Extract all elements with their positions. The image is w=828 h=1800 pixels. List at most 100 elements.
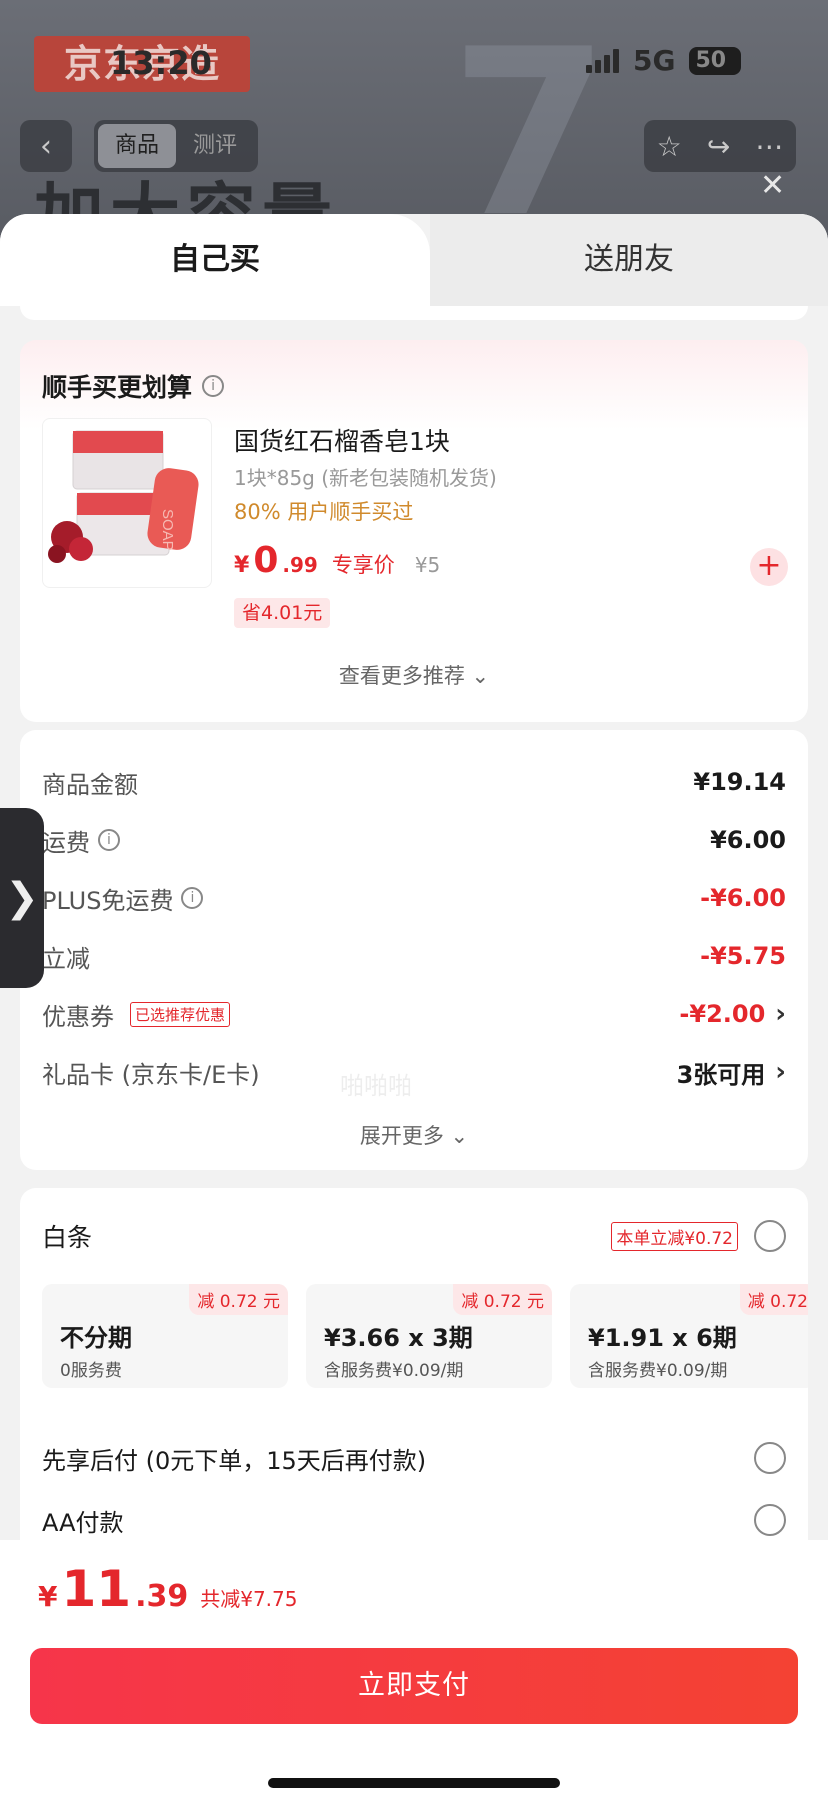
checkout-bottom-bar: ¥ 11 .39 共减¥7.75 立即支付 [0,1540,828,1800]
amount-row-goods: 商品金额 ¥19.14 [42,762,786,802]
product-price: ¥ 0 .99 专享价 ¥5 [234,540,440,581]
battery-icon: 50 [689,46,742,75]
chevron-right-icon: › [775,1057,786,1087]
plan-3-installments[interactable]: 减 0.72 元 ¥3.66 x 3期 含服务费¥0.09/期 [306,1284,552,1388]
plan-discount: 减 0.72 元 [453,1284,552,1315]
total-decimal: .39 [135,1579,189,1614]
aa-pay-radio[interactable] [754,1504,786,1536]
svg-text:SOAP: SOAP [159,509,176,551]
baitiao-discount-tag: 本单立减¥0.72 [611,1221,738,1251]
chevron-right-icon: › [775,999,786,1029]
product-image[interactable]: SOAP [42,418,212,588]
plan-title: ¥3.66 x 3期 [324,1324,473,1352]
total-price: ¥ 11 .39 共减¥7.75 [38,1560,298,1618]
info-icon[interactable]: i [98,829,120,851]
side-drawer-handle[interactable]: ❯ [0,808,44,988]
baitiao-label: 白条 [42,1223,93,1252]
more-recommendations-link[interactable]: 查看更多推荐 ⌄ [20,660,808,690]
amount-label: 优惠券 已选推荐优惠 [42,997,231,1032]
price-integer: 0 [253,540,279,581]
baitiao-right: 本单立减¥0.72 [611,1220,786,1252]
original-price: ¥5 [414,553,441,577]
top-actions: ☆ ↪ ⋯ [644,120,796,172]
payment-card: 白条 本单立减¥0.72 减 0.72 元 不分期 0服务费 减 0.72 元 … [20,1188,808,1586]
product-name[interactable]: 国货红石榴香皂1块 [234,422,450,458]
amount-value: ¥19.14 [693,768,786,796]
chevron-down-icon: ⌄ [471,664,490,688]
baitiao-option[interactable]: 白条 本单立减¥0.72 [42,1216,786,1256]
sheet-tabs: 自己买 送朋友 [0,214,828,306]
recommend-title-text: 顺手买更划算 [42,373,193,402]
more-recommendations-text: 查看更多推荐 [338,664,465,688]
info-icon[interactable]: i [202,375,225,397]
pay-now-button[interactable]: 立即支付 [30,1648,798,1724]
signal-icon [586,48,619,73]
plan-discount: 减 0.72 [739,1284,808,1315]
amount-row-plus-shipping: PLUS免运费 i -¥6.00 [42,878,786,918]
status-icons: 5G 50 [586,44,742,77]
share-icon[interactable]: ↪ [707,130,730,163]
amount-label: 商品金额 [42,770,138,799]
status-time: 13:20 [110,44,212,82]
pay-later-label: 先享后付 (0元下单，15天后再付款) [42,1446,427,1475]
coupon-tag: 已选推荐优惠 [130,1001,231,1027]
product-hint: 80% 用户顺手买过 [234,500,414,524]
amount-value: ¥6.00 [710,826,786,854]
tab-product[interactable]: 商品 [98,124,176,168]
price-tag: 专享价 [331,553,395,577]
pay-later-radio[interactable] [754,1442,786,1474]
plan-sub: 含服务费¥0.09/期 [324,1361,464,1381]
home-indicator [268,1778,560,1788]
plan-no-installment[interactable]: 减 0.72 元 不分期 0服务费 [42,1284,288,1388]
save-badge: 省4.01元 [234,598,331,628]
close-icon[interactable]: ✕ [760,168,785,203]
total-currency: ¥ [38,1580,58,1613]
network-label: 5G [633,44,676,77]
expand-more-link[interactable]: 展开更多 ⌄ [20,1120,808,1150]
plus-icon: + [756,548,782,583]
tab-gift-friend[interactable]: 送朋友 [430,214,828,306]
amount-value: -¥5.75 [700,942,786,970]
amount-value: 3张可用 › [676,1057,786,1089]
amount-label: 运费 i [42,823,120,858]
plan-title: ¥1.91 x 6期 [588,1324,737,1352]
address-strip [20,306,808,320]
installment-plans: 减 0.72 元 不分期 0服务费 减 0.72 元 ¥3.66 x 3期 含服… [42,1284,808,1394]
chevron-right-icon: ❯ [5,875,39,921]
star-icon[interactable]: ☆ [657,130,682,163]
amount-row-gift-card[interactable]: 礼品卡 (京东卡/E卡) 3张可用 › [42,1052,786,1092]
price-decimal: .99 [282,553,318,577]
plan-sub: 0服务费 [60,1361,122,1381]
amount-label: PLUS免运费 i [42,881,204,916]
chevron-left-icon: ‹ [40,128,52,164]
product-spec: 1块*85g (新老包装随机发货) [234,466,497,490]
add-to-order-button[interactable]: + [750,548,788,586]
amount-value: -¥6.00 [700,884,786,912]
chevron-down-icon: ⌄ [450,1124,469,1148]
tab-review[interactable]: 测评 [176,124,254,168]
baitiao-radio[interactable] [754,1220,786,1252]
plan-discount: 减 0.72 元 [189,1284,288,1315]
recommend-title: 顺手买更划算 i [42,368,225,404]
amount-value: -¥2.00 › [679,999,786,1029]
watermark: 啪啪啪 [340,1072,412,1100]
more-icon[interactable]: ⋯ [755,130,783,163]
total-savings: 共减¥7.75 [200,1587,298,1611]
plan-6-installments[interactable]: 减 0.72 ¥1.91 x 6期 含服务费¥0.09/期 [570,1284,808,1388]
amount-row-coupon[interactable]: 优惠券 已选推荐优惠 -¥2.00 › [42,994,786,1034]
back-button[interactable]: ‹ [20,120,72,172]
recommend-card: 顺手买更划算 i SOAP 国货红石榴香皂1块 1块*85g (新老包装随机发货… [20,340,808,722]
amount-label: 礼品卡 (京东卡/E卡) [42,1060,260,1089]
amount-label: 立减 [42,944,90,973]
tab-buy-self[interactable]: 自己买 [0,214,430,306]
page-tabs: 商品 测评 [94,120,258,172]
price-currency: ¥ [234,553,250,578]
amount-row-instant-discount: 立减 -¥5.75 [42,936,786,976]
expand-more-text: 展开更多 [359,1124,444,1148]
aa-pay-option[interactable]: AA付款 [42,1500,786,1540]
info-icon[interactable]: i [181,887,204,909]
plan-sub: 含服务费¥0.09/期 [588,1361,728,1381]
pay-later-option[interactable]: 先享后付 (0元下单，15天后再付款) [42,1438,786,1478]
amount-row-shipping: 运费 i ¥6.00 [42,820,786,860]
plan-title: 不分期 [60,1324,132,1352]
